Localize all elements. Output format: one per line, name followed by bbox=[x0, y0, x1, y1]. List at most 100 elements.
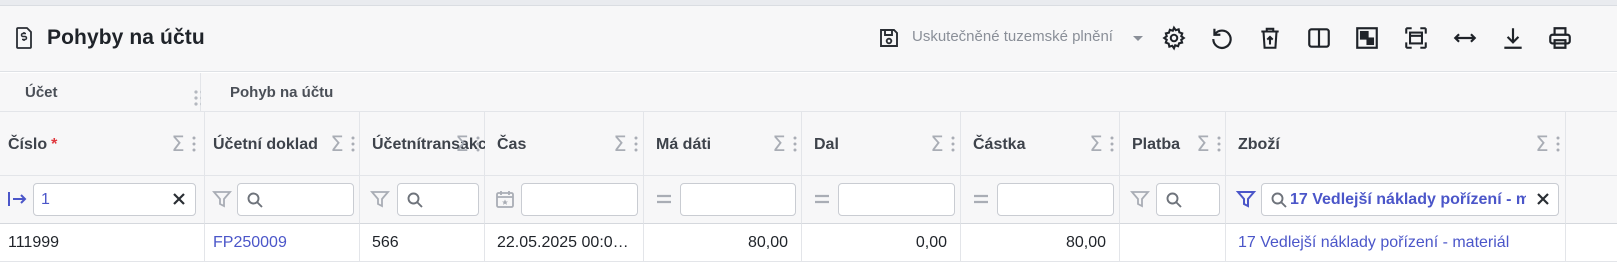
cell-ucetni-transakce[interactable]: 566 bbox=[360, 224, 485, 262]
column-title-line: Účetní bbox=[372, 135, 421, 153]
sum-icon[interactable]: Σ bbox=[1194, 133, 1212, 155]
page-title: Pohyby na účtu bbox=[47, 26, 205, 49]
column-menu-icon[interactable] bbox=[634, 135, 638, 153]
filter-icon[interactable] bbox=[369, 188, 391, 210]
column-header-label: Má dáti bbox=[656, 135, 712, 153]
filter-input-zbozi[interactable]: 17 Vedlejší náklady pořízení - materiál bbox=[1261, 183, 1559, 216]
sum-icon[interactable]: Σ bbox=[328, 133, 346, 155]
download-icon[interactable] bbox=[1499, 24, 1527, 52]
column-menu-icon[interactable] bbox=[1217, 135, 1221, 153]
column-header-label: Částka bbox=[973, 135, 1026, 153]
column-menu-icon[interactable] bbox=[1556, 135, 1560, 153]
cell-extra bbox=[1566, 224, 1617, 262]
sum-icon[interactable]: Σ bbox=[1533, 133, 1551, 155]
undo-icon[interactable] bbox=[1208, 24, 1236, 52]
filter-input-platba[interactable] bbox=[1156, 183, 1220, 216]
column-group-label: Pohyb na účtu bbox=[230, 84, 334, 101]
cell-ma-dati[interactable]: 80,00 bbox=[644, 224, 802, 262]
sum-icon[interactable]: Σ bbox=[770, 133, 788, 155]
page-header: Pohyby na účtu Uskutečněné tuzemské plně… bbox=[0, 6, 1617, 72]
cell-castka[interactable]: 80,00 bbox=[961, 224, 1120, 262]
column-header-label: Dal bbox=[814, 135, 839, 153]
filter-input-ucetni-doklad[interactable] bbox=[237, 183, 354, 216]
filter-value: 1 bbox=[41, 191, 50, 208]
sum-icon[interactable]: Σ bbox=[169, 133, 187, 155]
filter-cell-zbozi: 17 Vedlejší náklady pořízení - materiál bbox=[1226, 176, 1566, 224]
resize-horizontal-icon[interactable] bbox=[1451, 24, 1479, 52]
sum-icon[interactable]: Σ bbox=[928, 133, 946, 155]
cell-zbozi[interactable]: 17 Vedlejší náklady pořízení - materiál bbox=[1226, 224, 1566, 262]
cell-platba[interactable] bbox=[1120, 224, 1226, 262]
column-group-movement: Pohyb na účtu bbox=[201, 73, 1617, 112]
column-header-label: Zboží bbox=[1238, 135, 1280, 153]
filter-icon[interactable] bbox=[1235, 188, 1257, 210]
column-header-label: Čas bbox=[497, 135, 527, 153]
column-header-zbozi[interactable]: Zboží Σ bbox=[1226, 112, 1566, 176]
filter-input-ma-dati[interactable] bbox=[680, 183, 796, 216]
print-icon[interactable] bbox=[1546, 24, 1574, 52]
column-header-ma-dati[interactable]: Má dáti Σ bbox=[644, 112, 802, 176]
column-header-ucetni-doklad[interactable]: Účetní doklad Σ bbox=[205, 112, 360, 176]
goods-link[interactable]: 17 Vedlejší náklady pořízení - materiál bbox=[1238, 234, 1509, 252]
filter-input-dal[interactable] bbox=[838, 183, 955, 216]
equals-icon[interactable] bbox=[653, 188, 675, 210]
cell-cislo[interactable]: 111999 bbox=[0, 224, 205, 262]
sum-icon[interactable]: Σ bbox=[611, 133, 629, 155]
column-menu-icon[interactable] bbox=[1110, 135, 1114, 153]
filter-value: 17 Vedlejší náklady pořízení - materiál bbox=[1290, 191, 1526, 208]
column-header-ucetni-transakce[interactable]: Účetní transakce Σ bbox=[360, 112, 496, 176]
cell-cas[interactable]: 22.05.2025 00:0… bbox=[485, 224, 644, 262]
starts-with-icon[interactable] bbox=[6, 188, 28, 210]
save-view-icon[interactable] bbox=[878, 27, 900, 49]
cell-value: 80,00 bbox=[1065, 234, 1106, 251]
filter-input-ucetni-transakce[interactable] bbox=[397, 183, 479, 216]
filter-icon[interactable] bbox=[1129, 188, 1151, 210]
column-group-label: Účet bbox=[25, 84, 58, 101]
column-menu-icon[interactable] bbox=[476, 135, 480, 153]
calendar-icon[interactable] bbox=[494, 188, 516, 210]
cell-value: 111999 bbox=[8, 234, 60, 251]
chevron-down-icon[interactable] bbox=[1131, 31, 1145, 45]
search-icon bbox=[246, 191, 264, 209]
column-header-dal[interactable]: Dal Σ bbox=[802, 112, 961, 176]
cell-dal[interactable]: 0,00 bbox=[802, 224, 961, 262]
cell-ucetni-doklad[interactable]: FP250009 bbox=[205, 224, 360, 262]
search-icon bbox=[1270, 191, 1288, 209]
cell-value: 22.05.2025 00:0… bbox=[497, 234, 629, 251]
column-header-label: Účetní doklad bbox=[213, 135, 318, 153]
equals-icon[interactable] bbox=[970, 188, 992, 210]
layout-icon[interactable] bbox=[1353, 24, 1381, 52]
filter-cell-ucetni-transakce bbox=[360, 176, 485, 224]
column-header-cas[interactable]: Čas Σ bbox=[485, 112, 644, 176]
cell-value: 80,00 bbox=[747, 234, 788, 251]
column-menu-icon[interactable] bbox=[192, 135, 196, 153]
sum-icon[interactable]: Σ bbox=[1087, 133, 1105, 155]
equals-icon[interactable] bbox=[811, 188, 833, 210]
search-icon bbox=[1165, 191, 1183, 209]
column-header-platba[interactable]: Platba Σ bbox=[1120, 112, 1226, 176]
column-header-label: Platba bbox=[1132, 135, 1181, 153]
view-select[interactable]: Uskutečněné tuzemské plnění bbox=[912, 28, 1113, 45]
filter-cell-cas bbox=[485, 176, 644, 224]
column-menu-icon[interactable] bbox=[793, 135, 797, 153]
column-menu-icon[interactable] bbox=[951, 135, 955, 153]
column-menu-icon[interactable] bbox=[351, 135, 355, 153]
column-header-castka[interactable]: Částka Σ bbox=[961, 112, 1120, 176]
filter-icon[interactable] bbox=[211, 188, 233, 210]
required-marker: * bbox=[51, 135, 58, 153]
column-header-cislo[interactable]: Číslo * Σ bbox=[0, 112, 205, 176]
filter-input-castka[interactable] bbox=[997, 183, 1114, 216]
column-header-extra bbox=[1566, 112, 1617, 176]
clear-icon[interactable] bbox=[171, 191, 187, 207]
delete-icon[interactable] bbox=[1256, 24, 1284, 52]
sum-icon[interactable]: Σ bbox=[453, 133, 471, 155]
filter-input-cas[interactable] bbox=[521, 183, 638, 216]
search-icon bbox=[406, 191, 424, 209]
gear-icon[interactable] bbox=[1160, 24, 1188, 52]
fit-icon[interactable] bbox=[1402, 24, 1430, 52]
filter-cell-dal bbox=[802, 176, 961, 224]
filter-cell-castka bbox=[961, 176, 1120, 224]
columns-icon[interactable] bbox=[1305, 24, 1333, 52]
document-link[interactable]: FP250009 bbox=[213, 234, 287, 252]
clear-icon[interactable] bbox=[1535, 191, 1551, 207]
